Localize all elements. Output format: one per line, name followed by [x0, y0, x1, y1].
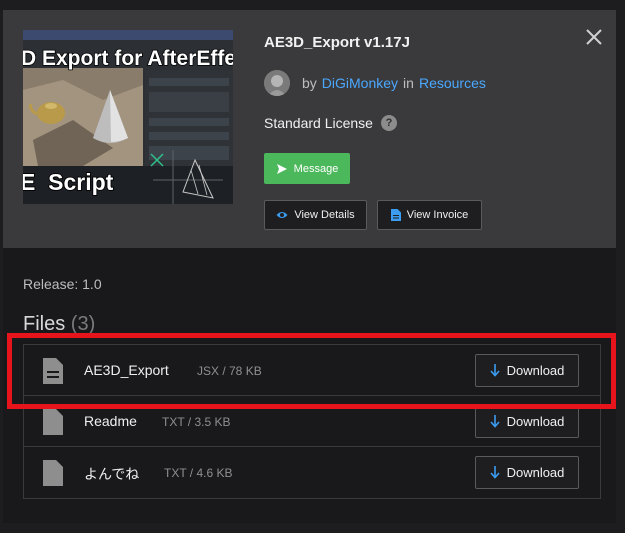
by-label: by: [302, 75, 317, 91]
in-label: in: [403, 75, 414, 91]
download-button[interactable]: Download: [475, 354, 579, 387]
file-row: よんでね TXT / 4.6 KB Download: [24, 447, 600, 498]
thumbnail-heading-text: D Export for AfterEffe: [23, 47, 233, 70]
product-title: AE3D_Export v1.17J: [264, 34, 410, 51]
download-button[interactable]: Download: [475, 456, 579, 489]
download-label: Download: [506, 465, 565, 480]
file-meta: TXT / 4.6 KB: [164, 466, 233, 480]
file-row: AE3D_Export JSX / 78 KB Download: [24, 345, 600, 396]
modal-header: D Export for AfterEffe E Script AE3D_Exp…: [3, 10, 616, 248]
author-row: by DiGiMonkey in Resources: [264, 70, 486, 96]
files-count: (3): [70, 313, 96, 335]
send-icon: [276, 163, 287, 174]
file-icon: [43, 460, 63, 486]
eye-icon: [276, 212, 288, 218]
files-heading: Files (3): [23, 313, 95, 336]
file-icon: [43, 409, 63, 435]
file-meta: TXT / 3.5 KB: [162, 415, 231, 429]
document-icon: [390, 209, 401, 221]
author-avatar[interactable]: [264, 70, 290, 96]
product-thumbnail: D Export for AfterEffe E Script: [23, 30, 233, 204]
close-icon: [586, 29, 602, 45]
download-arrow-icon: [489, 466, 500, 479]
download-label: Download: [506, 363, 565, 378]
file-name: Readme: [84, 413, 137, 429]
file-row: Readme TXT / 3.5 KB Download: [24, 396, 600, 447]
view-details-label: View Details: [294, 209, 355, 221]
download-arrow-icon: [489, 364, 500, 377]
view-invoice-label: View Invoice: [406, 209, 469, 221]
download-button[interactable]: Download: [475, 405, 579, 438]
monkey-avatar-icon: [264, 70, 290, 96]
category-link[interactable]: Resources: [419, 75, 486, 91]
license-label: Standard License: [264, 115, 373, 131]
view-invoice-button[interactable]: View Invoice: [377, 200, 482, 230]
file-meta: JSX / 78 KB: [197, 364, 262, 378]
close-button[interactable]: [583, 26, 605, 48]
files-title: Files: [23, 313, 66, 335]
file-icon: [43, 358, 63, 384]
file-list: AE3D_Export JSX / 78 KB Download Readme …: [23, 344, 601, 499]
release-version: Release: 1.0: [23, 276, 102, 292]
message-button[interactable]: Message: [264, 153, 350, 184]
file-name: よんでね: [84, 466, 140, 482]
help-icon[interactable]: ?: [380, 115, 397, 131]
file-name: AE3D_Export: [84, 362, 169, 378]
view-details-button[interactable]: View Details: [264, 200, 367, 230]
message-button-label: Message: [293, 162, 339, 175]
download-arrow-icon: [489, 415, 500, 428]
author-link[interactable]: DiGiMonkey: [322, 75, 398, 91]
license-row: Standard License ?: [264, 115, 397, 131]
purchase-modal: D Export for AfterEffe E Script AE3D_Exp…: [3, 10, 616, 523]
download-label: Download: [506, 414, 565, 429]
thumbnail-caption-text: E Script: [23, 169, 114, 195]
